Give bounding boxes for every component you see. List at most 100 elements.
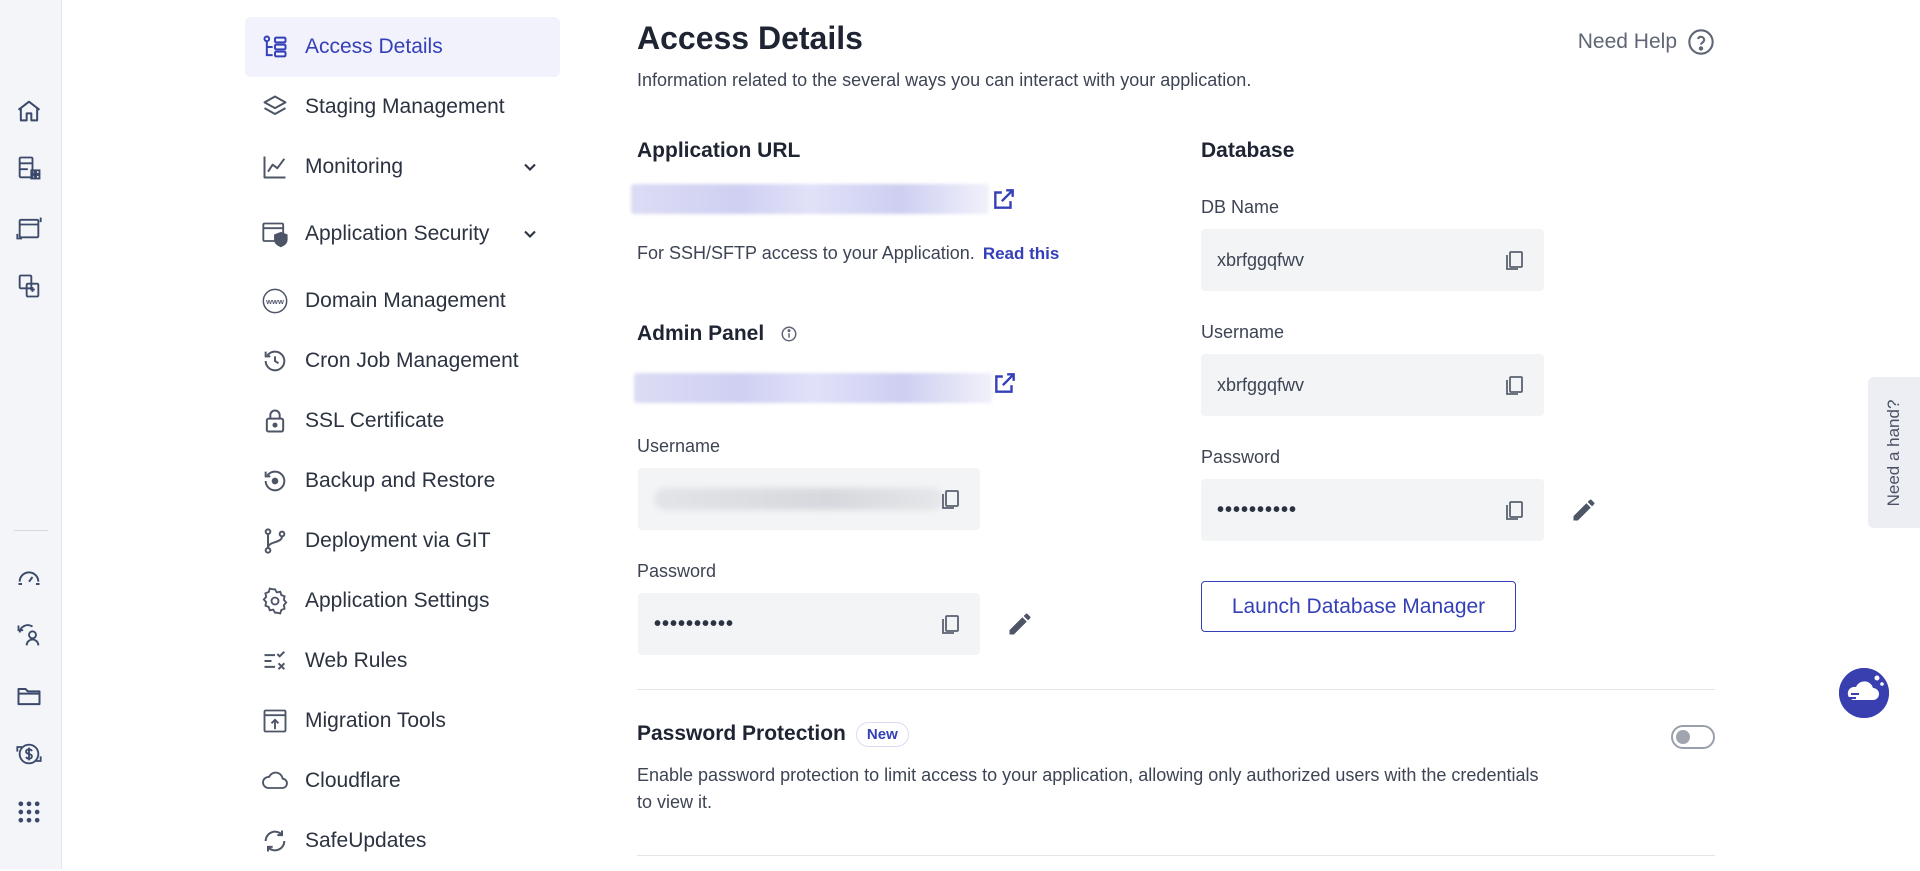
chatbot-launcher-icon[interactable] bbox=[1839, 668, 1889, 718]
lock-icon bbox=[261, 407, 289, 435]
edit-pencil-icon[interactable] bbox=[1006, 610, 1034, 638]
www-globe-icon: www bbox=[261, 287, 289, 315]
admin-password-value: •••••••••• bbox=[654, 612, 735, 635]
db-username-label: Username bbox=[1201, 322, 1285, 342]
sidebar-item-label: Domain Management bbox=[305, 289, 506, 312]
shield-window-icon bbox=[261, 220, 289, 248]
open-external-icon[interactable] bbox=[992, 370, 1018, 396]
git-branch-icon bbox=[261, 527, 289, 555]
db-password-field[interactable]: •••••••••• bbox=[1201, 479, 1544, 541]
admin-panel-url-redacted bbox=[634, 373, 992, 403]
sidebar-item-cloudflare[interactable]: Cloudflare bbox=[245, 751, 560, 811]
sidebar-nav: Access Details Staging Management Monito… bbox=[245, 17, 560, 871]
history-clock-icon bbox=[261, 347, 289, 375]
sidebar-item-ssl-certificate[interactable]: SSL Certificate bbox=[245, 391, 560, 451]
sidebar-item-label: Application Security bbox=[305, 222, 490, 245]
admin-username-field[interactable] bbox=[638, 468, 980, 530]
folder-icon[interactable] bbox=[15, 682, 45, 712]
sidebar-item-application-settings[interactable]: Application Settings bbox=[245, 571, 560, 631]
read-this-link[interactable]: Read this bbox=[983, 244, 1060, 263]
sidebar-item-label: SafeUpdates bbox=[305, 829, 427, 852]
copy-icon[interactable] bbox=[938, 487, 962, 511]
db-username-value: xbrfggqfwv bbox=[1217, 374, 1305, 395]
rail-divider bbox=[14, 530, 48, 531]
sidebar-item-label: Web Rules bbox=[305, 649, 408, 672]
gear-icon bbox=[261, 587, 289, 615]
chevron-down-icon[interactable] bbox=[520, 157, 540, 177]
user-sync-icon[interactable] bbox=[15, 622, 45, 652]
sidebar-item-access-details[interactable]: Access Details bbox=[245, 17, 560, 77]
info-icon[interactable] bbox=[780, 325, 798, 343]
apps-grid-icon[interactable] bbox=[15, 798, 45, 828]
launch-database-manager-button[interactable]: Launch Database Manager bbox=[1201, 581, 1516, 632]
sidebar-item-label: SSL Certificate bbox=[305, 409, 445, 432]
migration-upload-icon bbox=[261, 707, 289, 735]
section-divider bbox=[637, 689, 1715, 690]
open-external-icon[interactable] bbox=[991, 186, 1017, 212]
sidebar-item-label: Cron Job Management bbox=[305, 349, 519, 372]
copy-icon[interactable] bbox=[1502, 248, 1526, 272]
db-username-field[interactable]: xbrfggqfwv bbox=[1201, 354, 1544, 416]
edit-pencil-icon[interactable] bbox=[1570, 496, 1598, 524]
servers-apps-icon[interactable] bbox=[15, 154, 45, 184]
db-password-value: •••••••••• bbox=[1217, 498, 1298, 521]
sidebar-item-label: Monitoring bbox=[305, 155, 404, 178]
home-icon[interactable] bbox=[15, 97, 45, 127]
left-rail bbox=[0, 0, 62, 869]
chart-line-icon bbox=[261, 153, 289, 181]
admin-password-field[interactable]: •••••••••• bbox=[638, 593, 980, 655]
support-headset-icon[interactable] bbox=[15, 563, 45, 593]
need-a-hand-label: Need a hand? bbox=[1884, 399, 1903, 506]
sidebar-item-cron-job-management[interactable]: Cron Job Management bbox=[245, 331, 560, 391]
section-divider bbox=[637, 855, 1715, 856]
admin-password-label: Password bbox=[637, 561, 717, 581]
ssh-access-text: For SSH/SFTP access to your Application.… bbox=[637, 243, 1060, 263]
db-name-field[interactable]: xbrfggqfwv bbox=[1201, 229, 1544, 291]
new-badge: New bbox=[855, 722, 909, 747]
chevron-down-icon[interactable] bbox=[520, 224, 540, 244]
sidebar-item-label: Backup and Restore bbox=[305, 469, 496, 492]
sidebar-item-label: Migration Tools bbox=[305, 709, 446, 732]
sidebar-item-web-rules[interactable]: Web Rules bbox=[245, 631, 560, 691]
admin-username-label: Username bbox=[637, 436, 721, 456]
application-url-title: Application URL bbox=[637, 139, 801, 162]
sidebar-item-application-security[interactable]: Application Security bbox=[245, 197, 560, 271]
sidebar-item-label: Access Details bbox=[305, 35, 443, 58]
access-details-icon bbox=[261, 33, 289, 61]
duplicate-icon[interactable] bbox=[15, 272, 45, 302]
refresh-icon bbox=[261, 827, 289, 855]
application-url-value-redacted bbox=[631, 184, 989, 214]
page-title: Access Details bbox=[637, 20, 863, 56]
sidebar-item-safeupdates[interactable]: SafeUpdates bbox=[245, 811, 560, 871]
window-icon[interactable] bbox=[15, 214, 45, 244]
sidebar-item-label: Application Settings bbox=[305, 589, 490, 612]
page-description: Information related to the several ways … bbox=[637, 70, 1252, 90]
sidebar-item-staging-management[interactable]: Staging Management bbox=[245, 77, 560, 137]
sidebar-item-label: Staging Management bbox=[305, 95, 505, 118]
copy-icon[interactable] bbox=[938, 612, 962, 636]
sidebar-item-monitoring[interactable]: Monitoring bbox=[245, 137, 560, 197]
svg-text:www: www bbox=[265, 297, 284, 306]
password-protection-description: Enable password protection to limit acce… bbox=[637, 765, 1539, 812]
billing-dollar-icon[interactable] bbox=[15, 740, 45, 770]
question-circle-icon bbox=[1687, 28, 1715, 56]
need-a-hand-tab[interactable]: Need a hand? bbox=[1868, 377, 1920, 528]
sidebar-item-backup-and-restore[interactable]: Backup and Restore bbox=[245, 451, 560, 511]
db-password-label: Password bbox=[1201, 447, 1281, 467]
admin-panel-title: Admin Panel bbox=[637, 322, 798, 346]
copy-icon[interactable] bbox=[1502, 498, 1526, 522]
database-title: Database bbox=[1201, 139, 1295, 162]
rules-list-icon bbox=[261, 647, 289, 675]
need-help-label: Need Help bbox=[1577, 30, 1677, 53]
db-name-label: DB Name bbox=[1201, 197, 1280, 217]
toggle-knob bbox=[1676, 730, 1690, 744]
backup-restore-icon bbox=[261, 467, 289, 495]
copy-icon[interactable] bbox=[1502, 373, 1526, 397]
password-protection-toggle[interactable] bbox=[1671, 725, 1715, 749]
layers-icon bbox=[261, 93, 289, 121]
need-help-link[interactable]: Need Help bbox=[1578, 28, 1715, 56]
sidebar-item-domain-management[interactable]: www Domain Management bbox=[245, 271, 560, 331]
sidebar-item-deployment-via-git[interactable]: Deployment via GIT bbox=[245, 511, 560, 571]
sidebar-item-migration-tools[interactable]: Migration Tools bbox=[245, 691, 560, 751]
cloud-icon bbox=[261, 767, 289, 795]
